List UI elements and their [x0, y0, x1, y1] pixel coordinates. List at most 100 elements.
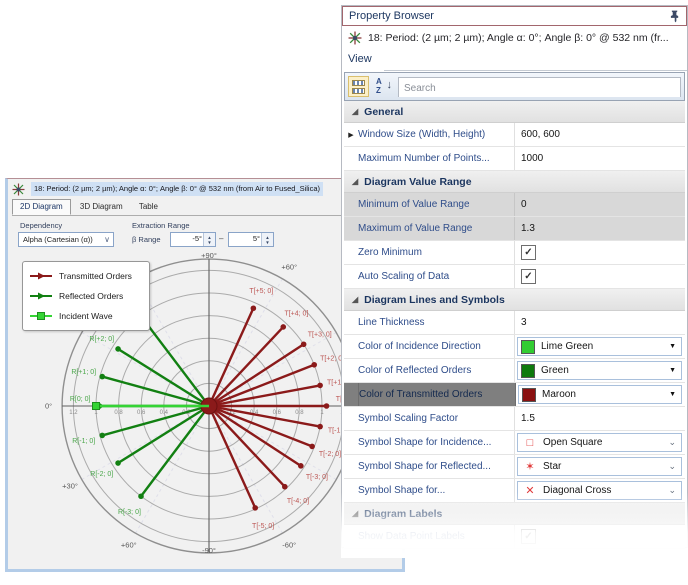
- categorized-icon: [352, 88, 365, 94]
- property-row-color-of-reflected-orders[interactable]: Color of Reflected OrdersGreen▼: [344, 359, 685, 383]
- tab-view[interactable]: View: [348, 53, 372, 65]
- categorized-view-button[interactable]: [348, 76, 369, 97]
- legend-label: Reflected Orders: [59, 291, 123, 301]
- dropdown-value: Open Square: [543, 437, 603, 448]
- search-box: [398, 77, 681, 97]
- section-expander-icon: ◢: [352, 177, 358, 186]
- checkbox[interactable]: ✓: [521, 245, 536, 260]
- property-label: Symbol Shape for Incidence...: [358, 431, 515, 454]
- property-row-auto-scaling-of-data[interactable]: Auto Scaling of Data✓: [344, 265, 685, 289]
- color-swatch: [521, 340, 535, 354]
- section-diagram-value-range[interactable]: ◢Diagram Value Range: [344, 171, 685, 193]
- reflected-order-marker: [99, 433, 105, 439]
- chevron-down-icon: ▼: [669, 367, 676, 374]
- property-value[interactable]: 0: [515, 193, 685, 216]
- legend-item-incident-wave: Incident Wave: [29, 306, 143, 326]
- color-dropdown-maroon[interactable]: Maroon▼: [518, 385, 682, 404]
- property-value: ✕Diagonal Cross⌄: [515, 479, 685, 502]
- section-general[interactable]: ◢General: [344, 101, 685, 123]
- property-label: Color of Reflected Orders: [358, 359, 515, 382]
- property-label: Minimum of Value Range: [358, 193, 515, 216]
- property-label: Line Thickness: [358, 311, 515, 334]
- property-row-line-thickness[interactable]: Line Thickness3: [344, 311, 685, 335]
- row-expander-spacer: [344, 147, 358, 170]
- property-row-symbol-shape-for-reflected[interactable]: Symbol Shape for Reflected...✶Star⌄: [344, 455, 685, 479]
- row-expander-spacer: [344, 383, 359, 406]
- search-input[interactable]: [399, 79, 680, 97]
- transmitted-order-marker: [252, 505, 258, 511]
- section-expander-icon: ◢: [352, 295, 358, 304]
- row-expander-icon[interactable]: ▶: [344, 123, 358, 146]
- property-toolbar: A Z ↓: [344, 72, 685, 101]
- alphabetical-sort-button[interactable]: A Z ↓: [373, 76, 394, 97]
- angle-label: +60°: [281, 263, 297, 272]
- angle-label: -60°: [282, 540, 296, 549]
- property-row-symbol-scaling-factor[interactable]: Symbol Scaling Factor1.5: [344, 407, 685, 431]
- transmitted-order-label: T[-5; 0]: [252, 523, 274, 530]
- reflected-order-line: [118, 349, 209, 406]
- transmitted-order-marker: [282, 484, 288, 490]
- checkbox[interactable]: ✓: [521, 269, 536, 284]
- angle-label: +90°: [201, 251, 217, 260]
- radial-tick-label: 0.4: [160, 410, 169, 416]
- transmitted-order-marker: [280, 324, 286, 330]
- angle-gridline: [136, 406, 209, 533]
- reflected-order-label: R[-3; 0]: [118, 509, 141, 516]
- shape-dropdown-diagonal-cross[interactable]: ✕Diagonal Cross⌄: [517, 481, 682, 500]
- section-expander-icon: ◢: [352, 509, 358, 518]
- transmitted-order-marker: [324, 403, 330, 409]
- property-label: Symbol Shape for Reflected...: [358, 455, 515, 478]
- property-row-zero-minimum[interactable]: Zero Minimum✓: [344, 241, 685, 265]
- property-row-show-data-point-labels[interactable]: Show Data Point Labels✓: [344, 525, 685, 549]
- tab-table[interactable]: Table: [132, 200, 165, 214]
- shape-dropdown-star[interactable]: ✶Star⌄: [517, 457, 682, 476]
- property-browser-panel: Property Browser 18: Period: (2 µm; 2 µm…: [341, 5, 688, 548]
- reflected-order-marker: [115, 346, 121, 352]
- radial-tick-label: 0.6: [137, 410, 146, 416]
- transmitted-order-marker: [317, 383, 323, 389]
- open-square-icon: □: [523, 437, 537, 449]
- property-row-symbol-shape-for-incidence[interactable]: Symbol Shape for Incidence... □ Open Squar…: [344, 431, 685, 455]
- property-value[interactable]: 3: [515, 311, 685, 334]
- property-row-color-of-incidence-direction[interactable]: Color of Incidence DirectionLime Green▼: [344, 335, 685, 359]
- property-row-maximum-number-of-points[interactable]: Maximum Number of Points...1000: [344, 147, 685, 171]
- property-value[interactable]: 1.5: [515, 407, 685, 430]
- property-label: Color of Incidence Direction: [358, 335, 515, 358]
- property-value: Lime Green▼: [515, 335, 685, 358]
- row-expander-spacer: [344, 335, 358, 358]
- chevron-down-icon: ⌄: [668, 461, 676, 472]
- row-expander-spacer: [344, 431, 358, 454]
- checkbox[interactable]: ✓: [521, 529, 536, 544]
- property-row-color-of-transmitted-orders[interactable]: Color of Transmitted OrdersMaroon▼: [344, 383, 685, 407]
- shape-dropdown-open-square[interactable]: □Open Square⌄: [517, 433, 682, 452]
- transmitted-order-label: T[-2; 0]: [319, 451, 341, 458]
- transmitted-order-marker: [298, 463, 304, 469]
- radial-tick-label: 1: [320, 410, 324, 416]
- tab-2d-diagram[interactable]: 2D Diagram: [12, 199, 71, 215]
- color-dropdown-green[interactable]: Green▼: [517, 361, 682, 380]
- legend-label: Incident Wave: [59, 311, 113, 321]
- dropdown-value: Lime Green: [541, 341, 593, 352]
- property-value[interactable]: 600, 600: [515, 123, 685, 146]
- transmitted-order-label: T[+5; 0]: [249, 288, 273, 295]
- property-row-minimum-of-value-range[interactable]: Minimum of Value Range0: [344, 193, 685, 217]
- property-value: Maroon▼: [516, 383, 685, 406]
- property-value[interactable]: 1000: [515, 147, 685, 170]
- pin-icon[interactable]: [670, 10, 680, 23]
- document-title: 18: Period: (2 µm; 2 µm); Angle α: 0°; A…: [368, 32, 669, 44]
- property-value: Green▼: [515, 359, 685, 382]
- section-diagram-labels[interactable]: ◢Diagram Labels: [344, 503, 685, 525]
- view-tab-row: View: [342, 50, 687, 71]
- angle-gridline: [209, 279, 282, 406]
- row-expander-spacer: [344, 241, 358, 264]
- property-value[interactable]: 1.3: [515, 217, 685, 240]
- property-row-maximum-of-value-range[interactable]: Maximum of Value Range1.3: [344, 217, 685, 241]
- property-row-window-size-width-height[interactable]: ▶Window Size (Width, Height)600, 600: [344, 123, 685, 147]
- property-row-symbol-shape-for[interactable]: Symbol Shape for...✕Diagonal Cross⌄: [344, 479, 685, 503]
- transmitted-order-label: T[-3; 0]: [306, 474, 328, 481]
- radial-tick-label: 1: [94, 410, 98, 416]
- section-diagram-lines-and-symbols[interactable]: ◢Diagram Lines and Symbols: [344, 289, 685, 311]
- tab-3d-diagram[interactable]: 3D Diagram: [73, 200, 130, 214]
- color-dropdown-lime-green[interactable]: Lime Green▼: [517, 337, 682, 356]
- dropdown-value: Maroon: [542, 389, 576, 400]
